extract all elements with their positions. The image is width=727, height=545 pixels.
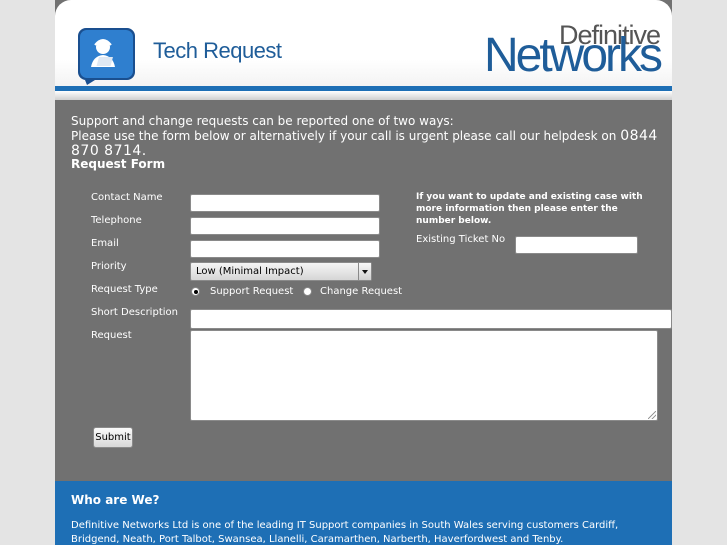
existing-ticket-input[interactable] <box>515 236 638 254</box>
footer-text: Definitive Networks Ltd is one of the le… <box>71 520 619 545</box>
existing-ticket-label: Existing Ticket No <box>416 234 506 245</box>
intro-line-1: Support and change requests can be repor… <box>71 114 454 128</box>
priority-selected-value: Low (Minimal Impact) <box>196 266 304 277</box>
site-header: Tech Request Definitive Networks <box>55 0 672 100</box>
brand-logo-networks: Networks <box>483 29 663 82</box>
telephone-input[interactable] <box>190 217 380 235</box>
short-description-input[interactable] <box>190 309 672 329</box>
request-type-label: Request Type <box>91 284 158 295</box>
request-textarea[interactable] <box>190 330 658 421</box>
support-request-label: Support Request <box>210 286 294 297</box>
contact-name-input[interactable] <box>190 194 380 212</box>
page-container: Tech Request Definitive Networks Support… <box>55 0 672 545</box>
contact-name-label: Contact Name <box>91 192 163 203</box>
radio-change-request[interactable] <box>303 287 312 296</box>
change-request-label: Change Request <box>320 286 403 297</box>
footer-panel: Who are We? Definitive Networks Ltd is o… <box>55 481 672 545</box>
intro-line-2: Please use the form below or alternative… <box>71 129 672 159</box>
page-title: Tech Request <box>153 38 282 63</box>
existing-case-note: If you want to update and existing case … <box>416 192 643 226</box>
tech-support-logo-icon <box>78 28 135 85</box>
priority-label: Priority <box>91 261 127 272</box>
resize-handle-icon[interactable] <box>648 411 656 419</box>
chevron-down-icon <box>358 263 371 280</box>
email-input[interactable] <box>190 240 380 258</box>
submit-button[interactable]: Submit <box>93 427 133 448</box>
request-form-title: Request Form <box>71 157 166 171</box>
email-label: Email <box>91 238 119 249</box>
intro-text: Support and change requests can be repor… <box>71 114 672 159</box>
request-label: Request <box>91 330 132 341</box>
short-description-label: Short Description <box>91 307 178 318</box>
footer-title: Who are We? <box>71 493 160 507</box>
radio-support-request[interactable] <box>191 287 200 296</box>
priority-select[interactable]: Low (Minimal Impact) <box>190 262 372 281</box>
telephone-label: Telephone <box>91 215 142 226</box>
header-shadow-band <box>55 91 672 100</box>
intro-line-2-text: Please use the form below or alternative… <box>71 129 617 143</box>
